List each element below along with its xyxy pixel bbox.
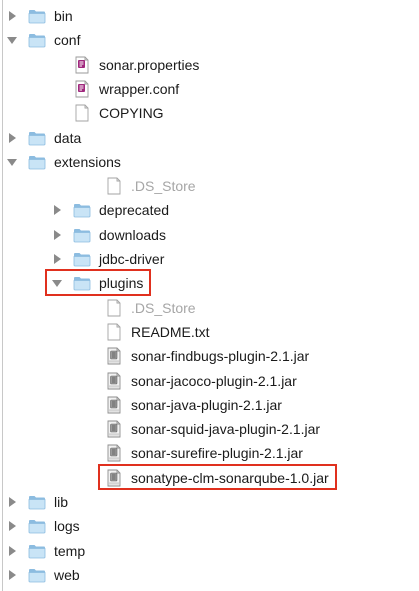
folder-icon — [73, 226, 91, 244]
file-icon — [73, 104, 91, 122]
jar-file-icon — [105, 396, 123, 414]
tree-row-label: sonar-surefire-plugin-2.1.jar — [131, 445, 303, 462]
tree-row-wrapper-conf[interactable]: wrapper.conf — [0, 77, 419, 101]
tree-row-label: conf — [54, 32, 81, 49]
tree-row-label: web — [54, 566, 80, 583]
tree-row-dot-ds-store[interactable]: .DS_Store — [0, 174, 419, 198]
tree-row-label: sonar-java-plugin-2.1.jar — [131, 396, 282, 413]
tree-row-sonar-jacoco-plugin-2-1-jar[interactable]: sonar-jacoco-plugin-2.1.jar — [0, 369, 419, 393]
folder-icon — [28, 129, 46, 147]
file-tree: bin conf sonar.properties wrapper.conf COPYI… — [0, 0, 419, 591]
tree-row-label: wrapper.conf — [99, 80, 180, 97]
disclosure-collapsed-icon[interactable] — [6, 132, 18, 144]
tree-row-label: extensions — [54, 153, 121, 170]
tree-row-sonar-properties[interactable]: sonar.properties — [0, 53, 419, 77]
tree-row-web[interactable]: web — [0, 563, 419, 587]
jar-file-icon — [105, 347, 123, 365]
tree-row-label: README.txt — [131, 323, 210, 340]
tree-row-label: jdbc-driver — [99, 251, 165, 267]
tree-row-sonar-java-plugin-2-1-jar[interactable]: sonar-java-plugin-2.1.jar — [0, 393, 419, 417]
tree-row-lib[interactable]: lib — [0, 490, 419, 514]
disclosure-collapsed-icon[interactable] — [6, 496, 18, 508]
tree-row-label: sonar-squid-java-plugin-2.1.jar — [131, 421, 321, 438]
tree-row-label: lib — [54, 494, 69, 510]
tree-row-conf[interactable]: conf — [0, 28, 419, 52]
disclosure-collapsed-icon[interactable] — [6, 520, 18, 532]
tree-row-label: bin — [54, 8, 73, 24]
folder-icon — [73, 201, 91, 219]
disclosure-collapsed-icon[interactable] — [6, 545, 18, 557]
folder-icon — [28, 7, 46, 25]
tree-row-temp[interactable]: temp — [0, 539, 419, 563]
folder-icon — [28, 566, 46, 584]
tree-row-bin[interactable]: bin — [0, 4, 419, 28]
file-icon — [105, 177, 123, 195]
tree-row-sonatype-clm-sonarqube-1-0-jar[interactable]: sonatype-clm-sonarqube-1.0.jar — [0, 466, 419, 490]
jar-file-icon — [105, 372, 123, 390]
disclosure-collapsed-icon[interactable] — [6, 569, 18, 581]
document-icon — [73, 80, 91, 98]
disclosure-expanded-icon[interactable] — [6, 34, 18, 46]
tree-row-extensions[interactable]: extensions — [0, 150, 419, 174]
tree-row-sonar-findbugs-plugin-2-1-jar[interactable]: sonar-findbugs-plugin-2.1.jar — [0, 344, 419, 368]
jar-file-icon — [105, 469, 123, 487]
file-icon — [105, 323, 123, 341]
tree-row-deprecated[interactable]: deprecated — [0, 198, 419, 222]
disclosure-collapsed-icon[interactable] — [51, 229, 63, 241]
tree-row-label: .DS_Store — [131, 178, 196, 195]
folder-icon — [28, 493, 46, 511]
jar-file-icon — [105, 444, 123, 462]
folder-icon — [28, 542, 46, 560]
tree-row-readme-txt[interactable]: README.txt — [0, 320, 419, 344]
tree-row-jdbc-driver[interactable]: jdbc-driver — [0, 247, 419, 271]
tree-row-sonar-squid-java-plugin-2-1-jar[interactable]: sonar-squid-java-plugin-2.1.jar — [0, 417, 419, 441]
disclosure-expanded-icon[interactable] — [51, 277, 63, 289]
folder-icon — [28, 31, 46, 49]
tree-row-label: deprecated — [99, 202, 170, 219]
tree-row-label: logs — [54, 518, 80, 535]
disclosure-expanded-icon[interactable] — [6, 156, 18, 168]
folder-icon — [73, 274, 91, 292]
tree-row-label: data — [54, 129, 82, 146]
tree-row-sonar-surefire-plugin-2-1-jar[interactable]: sonar-surefire-plugin-2.1.jar — [0, 441, 419, 465]
tree-row-logs[interactable]: logs — [0, 514, 419, 538]
tree-row-label: sonar-jacoco-plugin-2.1.jar — [131, 372, 297, 389]
tree-row-label: plugins — [99, 275, 144, 292]
document-icon — [73, 56, 91, 74]
tree-row-downloads[interactable]: downloads — [0, 223, 419, 247]
disclosure-collapsed-icon[interactable] — [6, 10, 18, 22]
tree-row-plugins[interactable]: plugins — [0, 271, 419, 295]
tree-row-dot-ds-store[interactable]: .DS_Store — [0, 296, 419, 320]
tree-row-label: COPYING — [99, 105, 164, 122]
jar-file-icon — [105, 420, 123, 438]
tree-row-label: sonatype-clm-sonarqube-1.0.jar — [131, 469, 329, 486]
folder-icon — [28, 153, 46, 171]
tree-row-label: downloads — [99, 226, 166, 243]
tree-row-data[interactable]: data — [0, 126, 419, 150]
folder-icon — [28, 517, 46, 535]
tree-row-copying[interactable]: COPYING — [0, 101, 419, 125]
disclosure-collapsed-icon[interactable] — [51, 204, 63, 216]
disclosure-collapsed-icon[interactable] — [51, 253, 63, 265]
tree-row-label: temp — [54, 542, 86, 559]
file-icon — [105, 299, 123, 317]
tree-row-label: .DS_Store — [131, 299, 196, 316]
tree-row-label: sonar.properties — [99, 56, 200, 73]
tree-row-label: sonar-findbugs-plugin-2.1.jar — [131, 348, 310, 365]
folder-icon — [73, 250, 91, 268]
